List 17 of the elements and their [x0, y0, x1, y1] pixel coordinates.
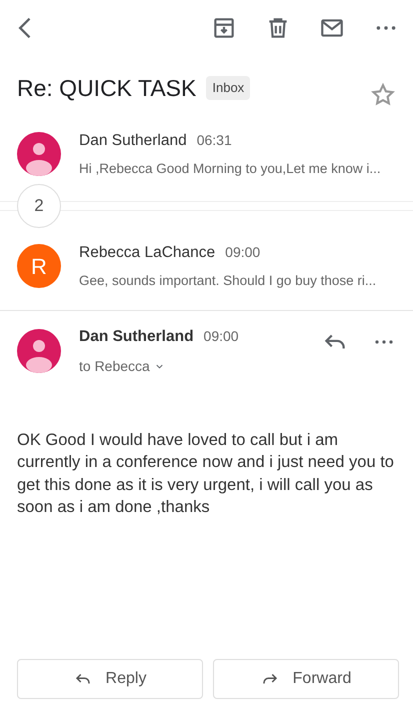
- subject-title: Re: QUICK TASK: [17, 74, 196, 103]
- message-snippet: Gee, sounds important. Should I go buy those ri...: [79, 272, 378, 290]
- reply-button[interactable]: Reply: [17, 659, 203, 699]
- message-time: 09:00: [204, 326, 239, 346]
- avatar-letter: R: [17, 244, 61, 288]
- sender-name: Dan Sutherland: [79, 326, 194, 347]
- message-time: 09:00: [225, 243, 260, 262]
- message-snippet: Hi ,Rebecca Good Morning to you,Let me know i...: [79, 160, 382, 178]
- recipient-text: to Rebecca: [79, 357, 150, 376]
- sender-name: Dan Sutherland: [79, 131, 187, 152]
- forward-button[interactable]: Forward: [213, 659, 399, 699]
- star-icon[interactable]: [370, 82, 396, 108]
- inbox-label: Inbox: [206, 76, 250, 100]
- hidden-count-button[interactable]: 2: [17, 184, 61, 228]
- message-body: OK Good I would have loved to call but i am currently in a conference now and i just need you to get this done as it is very urgent, i will call you as soon as i am done ,thanks: [16, 430, 395, 518]
- message-time: 06:31: [196, 131, 232, 150]
- sender-name: Rebecca LaChance: [79, 243, 216, 264]
